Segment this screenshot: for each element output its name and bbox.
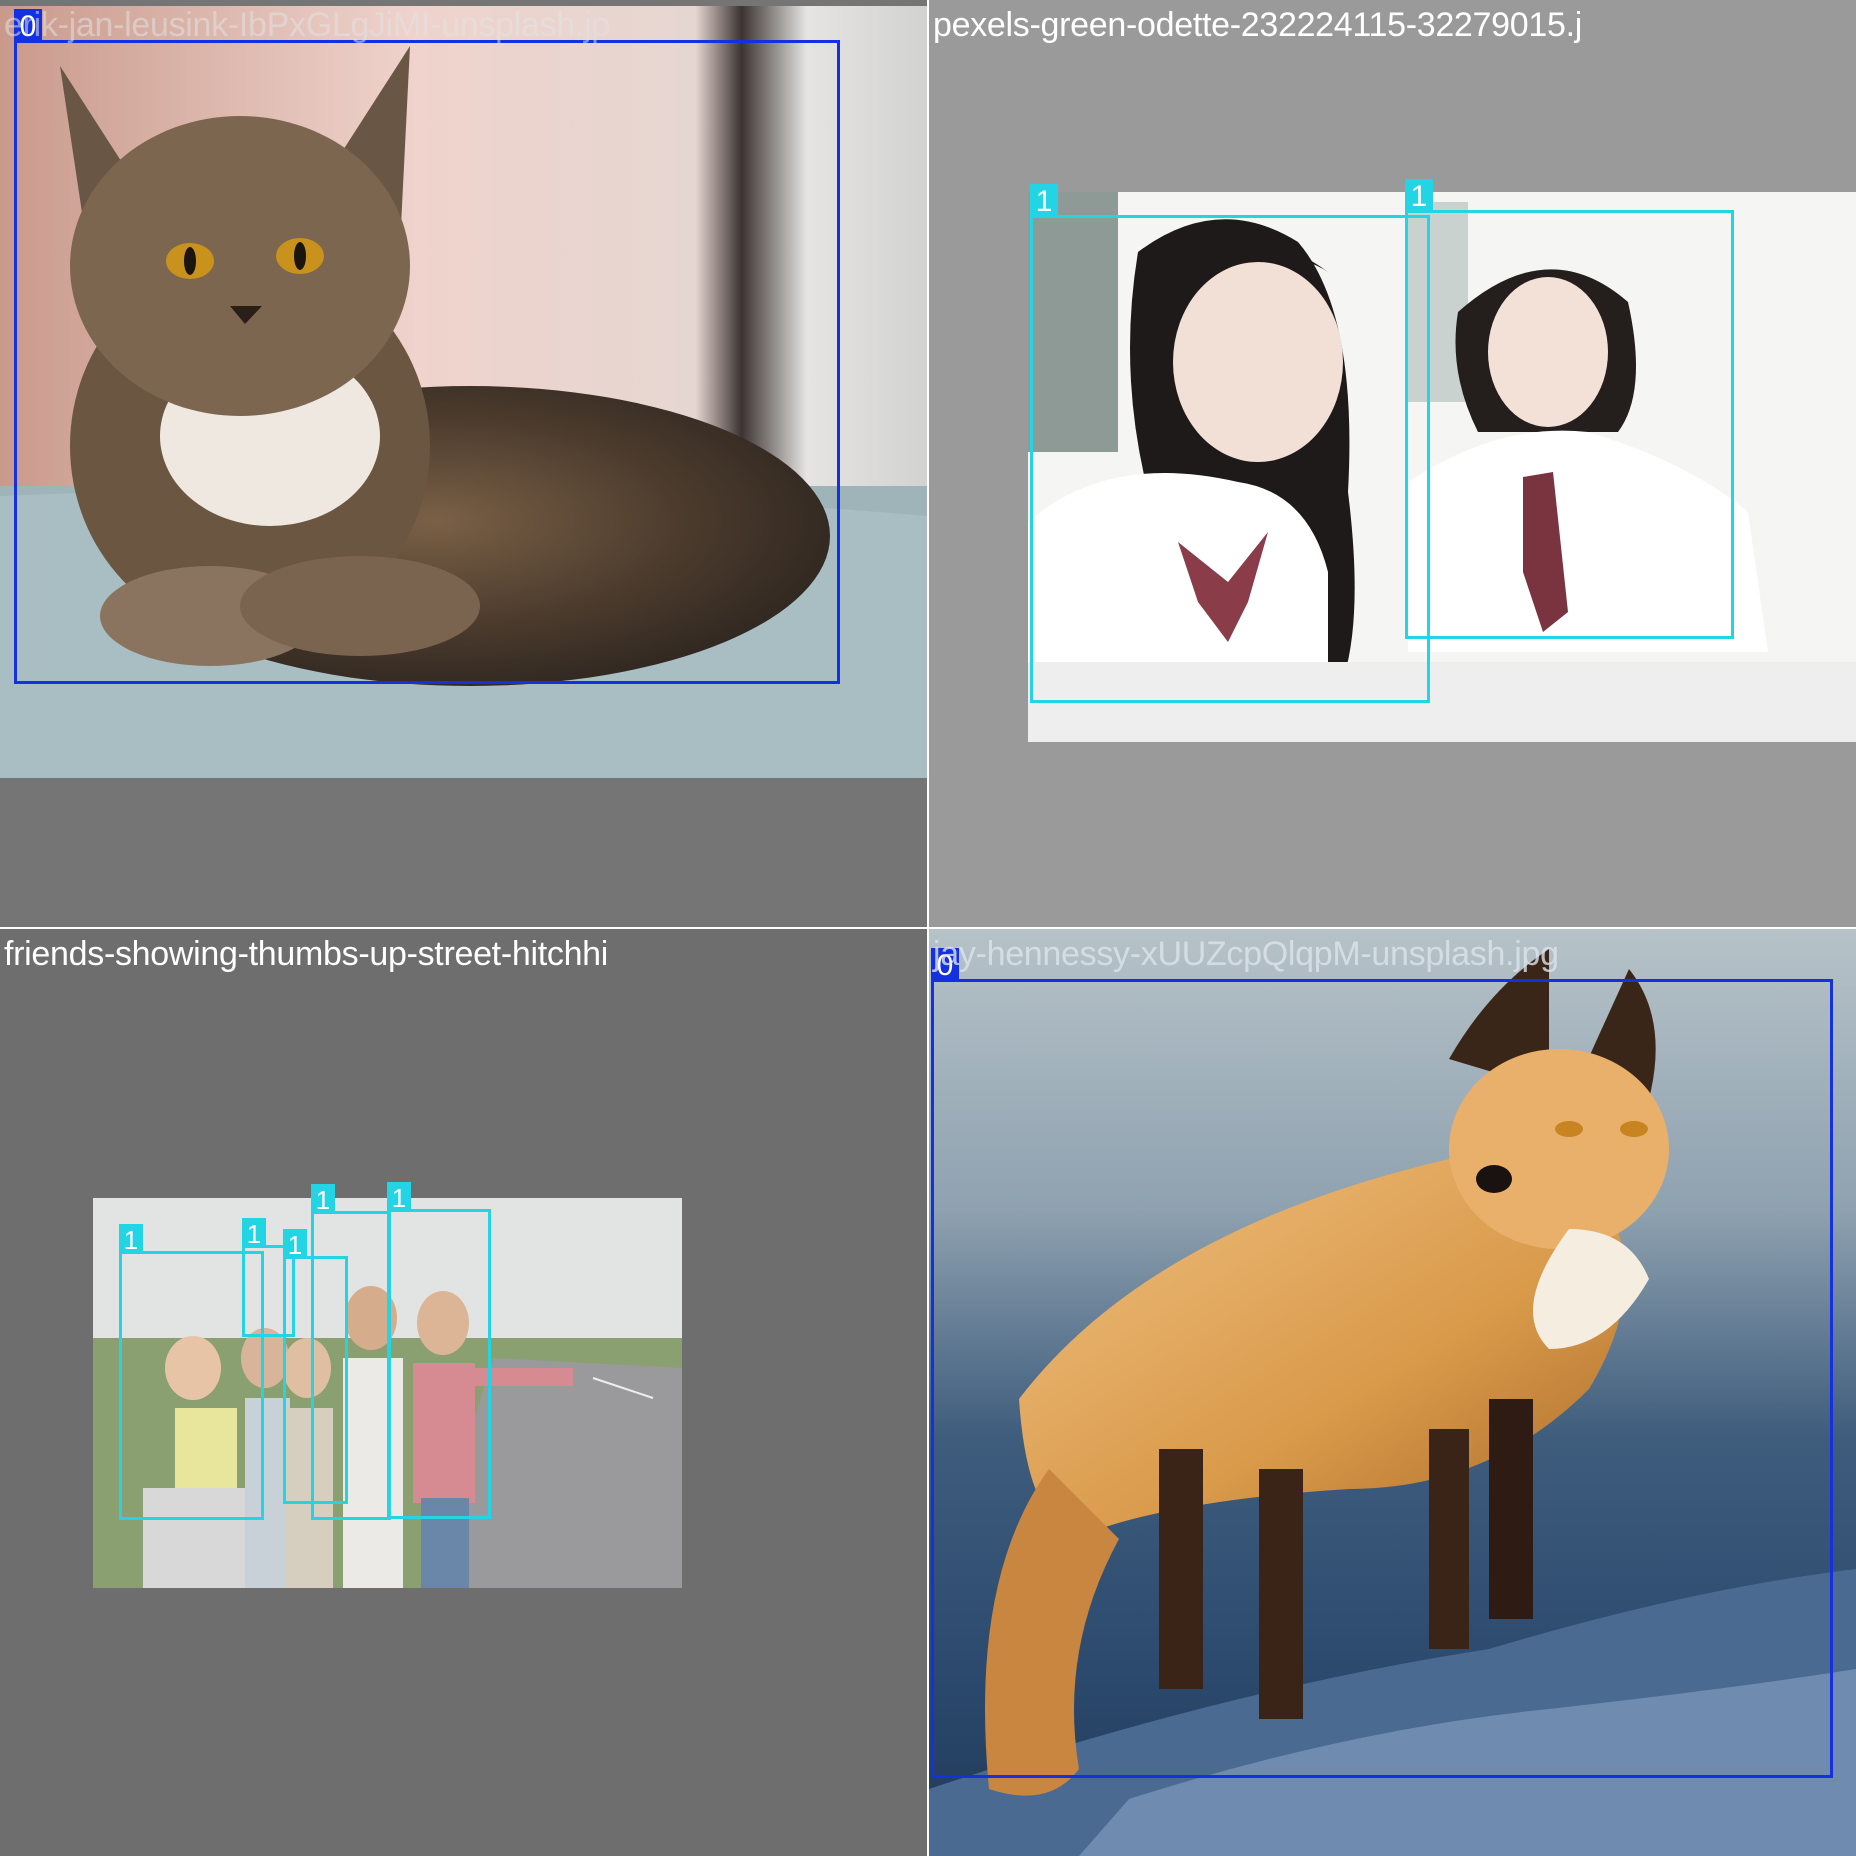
tile-filename: friends-showing-thumbs-up-street-hitchhi xyxy=(4,935,609,973)
tile-fox: jay-hennessy-xUUZcpQlqpM-unsplash.jpg 0 xyxy=(929,929,1856,1856)
detection-box: 1 xyxy=(1030,184,1430,703)
class-label: 1 xyxy=(283,1229,307,1260)
tile-filename: pexels-green-odette-232224115-32279015.j xyxy=(933,6,1582,44)
detection-box: 1 xyxy=(311,1184,391,1520)
mosaic-grid: erik-jan-leusink-IbPxGLgJiMI-unsplash.jp… xyxy=(0,0,1856,1856)
tile-cat: erik-jan-leusink-IbPxGLgJiMI-unsplash.jp… xyxy=(0,0,927,927)
tile-filename: jay-hennessy-xUUZcpQlqpM-unsplash.jpg xyxy=(933,935,1559,973)
detection-box: 0 xyxy=(931,948,1833,1778)
tile-friends: friends-showing-thumbs-up-street-hitchhi xyxy=(0,929,927,1856)
tile-filename: erik-jan-leusink-IbPxGLgJiMI-unsplash.jp xyxy=(4,6,610,44)
tile-schoolgirls: pexels-green-odette-232224115-32279015.j… xyxy=(929,0,1856,927)
detection-box: 1 xyxy=(387,1182,491,1519)
class-label: 1 xyxy=(387,1182,411,1213)
class-label: 1 xyxy=(1030,184,1058,218)
detection-box: 0 xyxy=(14,9,840,684)
class-label: 1 xyxy=(311,1184,335,1215)
class-label: 1 xyxy=(119,1224,143,1255)
detection-box: 1 xyxy=(1405,179,1734,639)
class-label: 1 xyxy=(242,1218,266,1249)
class-label: 1 xyxy=(1405,179,1433,213)
